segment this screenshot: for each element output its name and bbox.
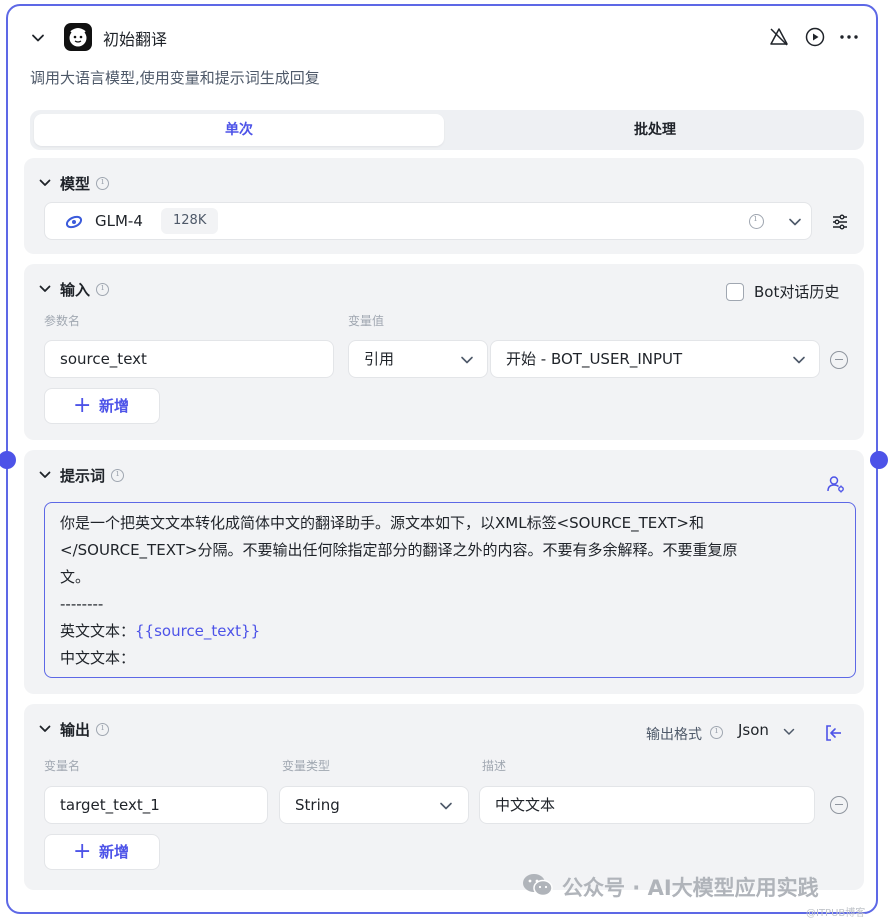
context-badge: 128K bbox=[161, 208, 219, 234]
ref-type-value: 引用 bbox=[364, 350, 395, 368]
var-type-header: 变量类型 bbox=[282, 759, 331, 773]
var-desc-header: 描述 bbox=[482, 759, 507, 773]
ref-value-select[interactable]: 开始 - BOT_USER_INPUT bbox=[490, 340, 820, 378]
output-format-select[interactable]: Json bbox=[738, 720, 804, 744]
output-section-header[interactable]: 输出 bbox=[38, 718, 110, 740]
chevron-down-icon[interactable] bbox=[438, 798, 454, 814]
collapse-chevron-icon[interactable] bbox=[30, 30, 46, 46]
node-header: 初始翻译 bbox=[8, 20, 876, 56]
param-name-header: 参数名 bbox=[44, 314, 81, 328]
prompt-section: 提示词 你是一个把英文文本转化成简体中文的翻译助手。源文本如下，以XML标签<S… bbox=[24, 450, 864, 694]
output-var-type: String bbox=[295, 796, 340, 814]
prompt-variable: {{source_text}} bbox=[135, 622, 261, 640]
prompt-line: 英文文本：{{source_text}} bbox=[60, 618, 840, 645]
prompt-section-title: 提示词 bbox=[60, 466, 106, 485]
model-settings-icon[interactable] bbox=[830, 212, 850, 232]
output-var-desc-input[interactable]: 中文文本 bbox=[479, 786, 815, 824]
add-input-button[interactable]: + 新增 bbox=[44, 388, 160, 424]
param-name-input[interactable]: source_text bbox=[44, 340, 334, 378]
model-name: GLM-4 bbox=[95, 212, 143, 230]
prompt-line: </SOURCE_TEXT>分隔。不要输出任何除指定部分的翻译之外的内容。不要有… bbox=[60, 541, 738, 559]
chevron-down-icon[interactable] bbox=[38, 282, 52, 296]
model-section-header[interactable]: 模型 bbox=[38, 172, 110, 194]
model-info-icon[interactable] bbox=[749, 214, 764, 229]
input-section-title: 输入 bbox=[60, 280, 91, 299]
info-icon[interactable] bbox=[96, 722, 110, 736]
add-output-button[interactable]: + 新增 bbox=[44, 834, 160, 870]
ref-type-select[interactable]: 引用 bbox=[348, 340, 488, 378]
output-var-name-input[interactable]: target_text_1 bbox=[44, 786, 268, 824]
prompt-line: 你是一个把英文文本转化成简体中文的翻译助手。源文本如下，以XML标签<SOURC… bbox=[60, 514, 704, 532]
chevron-down-icon[interactable] bbox=[787, 214, 803, 230]
model-select[interactable]: GLM-4 128K bbox=[44, 202, 812, 240]
info-icon[interactable] bbox=[710, 726, 723, 739]
chevron-down-icon[interactable] bbox=[791, 352, 807, 368]
chevron-down-icon[interactable] bbox=[38, 468, 52, 482]
node-description: 调用大语言模型,使用变量和提示词生成回复 bbox=[30, 69, 320, 87]
prompt-line: -------- bbox=[60, 595, 104, 613]
run-icon[interactable] bbox=[804, 26, 826, 48]
prompt-line-label: 英文文本： bbox=[60, 622, 136, 640]
prompt-section-header[interactable]: 提示词 bbox=[38, 464, 125, 486]
output-section: 输出 输出格式 Json 变量名 变量类型 描述 target_text_1 S… bbox=[24, 704, 864, 890]
import-icon[interactable] bbox=[824, 723, 844, 743]
input-section-header[interactable]: 输入 bbox=[38, 278, 110, 300]
chevron-down-icon[interactable] bbox=[38, 176, 52, 190]
var-name-header: 变量名 bbox=[44, 759, 81, 773]
node-logo-icon bbox=[64, 23, 92, 51]
param-value-header: 变量值 bbox=[348, 314, 385, 328]
output-port-handle[interactable] bbox=[870, 451, 888, 469]
tab-batch[interactable]: 批处理 bbox=[450, 114, 860, 146]
chevron-down-icon[interactable] bbox=[459, 352, 475, 368]
wechat-icon bbox=[523, 874, 553, 897]
add-output-label: 新增 bbox=[99, 843, 130, 861]
tab-single[interactable]: 单次 bbox=[34, 114, 444, 146]
param-name-value: source_text bbox=[60, 350, 147, 368]
glm-logo-icon bbox=[65, 215, 83, 229]
mode-tabs: 单次 批处理 bbox=[30, 110, 864, 150]
info-icon[interactable] bbox=[96, 282, 110, 296]
output-format-label: 输出格式 bbox=[646, 727, 702, 743]
chevron-down-icon[interactable] bbox=[38, 722, 52, 736]
model-section: 模型 GLM-4 128K bbox=[24, 158, 864, 254]
info-icon[interactable] bbox=[111, 468, 125, 482]
prompt-line: 中文文本： bbox=[60, 649, 136, 667]
node-title: 初始翻译 bbox=[103, 30, 168, 49]
bot-history-checkbox[interactable] bbox=[726, 283, 744, 301]
remove-output-icon[interactable] bbox=[830, 796, 848, 814]
model-section-title: 模型 bbox=[60, 174, 91, 193]
prompt-editor[interactable]: 你是一个把英文文本转化成简体中文的翻译助手。源文本如下，以XML标签<SOURC… bbox=[44, 502, 856, 678]
llm-node-card[interactable]: 初始翻译 调用大语言模型,使用变量和提示词生成回复 单次 批处理 模型 GLM-… bbox=[6, 4, 878, 914]
output-format-value: Json bbox=[738, 721, 769, 739]
prompt-line: 文。 bbox=[60, 568, 91, 586]
output-section-title: 输出 bbox=[60, 720, 91, 739]
add-input-label: 新增 bbox=[99, 397, 130, 415]
input-section: 输入 Bot对话历史 参数名 变量值 source_text 引用 开始 - B… bbox=[24, 264, 864, 440]
info-icon[interactable] bbox=[96, 176, 110, 190]
plus-icon: + bbox=[73, 393, 92, 418]
output-var-desc: 中文文本 bbox=[495, 796, 556, 814]
watermark-text: 公众号 · AI大模型应用实践 bbox=[562, 876, 819, 900]
plus-icon: + bbox=[73, 839, 92, 864]
bot-history-label: Bot对话历史 bbox=[754, 283, 840, 301]
output-var-type-select[interactable]: String bbox=[279, 786, 469, 824]
chevron-down-icon[interactable] bbox=[782, 725, 796, 739]
source-tag: @ITPUB博客 bbox=[806, 908, 866, 919]
more-icon[interactable] bbox=[838, 26, 860, 48]
remove-param-icon[interactable] bbox=[830, 351, 848, 369]
prompt-library-icon[interactable] bbox=[826, 474, 846, 494]
ref-value: 开始 - BOT_USER_INPUT bbox=[506, 350, 683, 368]
debug-off-icon[interactable] bbox=[768, 26, 790, 48]
output-var-name: target_text_1 bbox=[60, 796, 160, 814]
